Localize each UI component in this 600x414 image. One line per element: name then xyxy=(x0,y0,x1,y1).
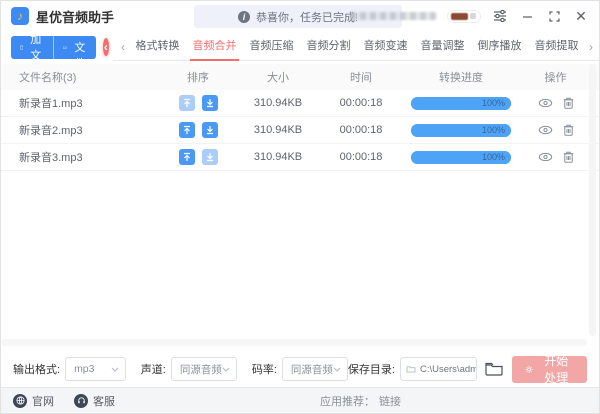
move-down-button[interactable] xyxy=(202,122,218,138)
tab-format-convert[interactable]: 格式转换 xyxy=(129,33,186,61)
app-logo-icon: ♪ xyxy=(11,7,29,25)
globe-icon xyxy=(13,394,27,408)
toolbar: 添加文件 添加文件夹 清空音频 ‹ ‹ 格式转换 音频合并 音频压缩 音频分割 … xyxy=(1,33,599,61)
tabs-scroll-left-button[interactable]: ‹ xyxy=(103,38,109,56)
output-settings-bar: 输出格式: mp3 声道: 同源音频 码率: 同源音频 保存目录: C:\Use… xyxy=(1,351,599,387)
folder-open-icon xyxy=(485,362,503,376)
tab-audio-merge[interactable]: 音频合并 xyxy=(186,33,243,61)
progress-bar: 100% xyxy=(411,151,511,164)
table-row: 新录音1.mp3 310.94KB 00:00:18 100% xyxy=(1,90,599,117)
col-sort: 排序 xyxy=(162,69,234,85)
support-link[interactable]: 客服 xyxy=(74,393,115,409)
output-format-label: 输出格式: xyxy=(13,361,60,377)
move-up-button[interactable] xyxy=(179,95,195,111)
statusbar: 官网 客服 应用推荐： 链接 xyxy=(1,387,599,413)
official-site-link[interactable]: 官网 xyxy=(13,393,54,409)
preview-eye-icon[interactable] xyxy=(538,124,553,136)
tab-volume-adjust[interactable]: 音量调整 xyxy=(414,33,471,61)
add-file-button[interactable]: 添加文件 xyxy=(11,36,53,59)
recommend-link[interactable]: 链接 xyxy=(379,393,401,409)
file-name: 新录音2.mp3 xyxy=(1,122,162,138)
progress-bar: 100% xyxy=(411,124,511,137)
file-size: 310.94KB xyxy=(234,97,322,109)
horizontal-scrollbar[interactable] xyxy=(1,339,587,346)
channel-select[interactable]: 同源音频 xyxy=(171,357,237,381)
progress-bar: 100% xyxy=(411,97,511,110)
close-button[interactable]: ✕ xyxy=(573,8,589,24)
tabs-next-arrow[interactable]: › xyxy=(585,40,597,54)
file-duration: 00:00:18 xyxy=(322,97,400,109)
move-up-button[interactable] xyxy=(179,149,195,165)
save-dir-label: 保存目录: xyxy=(348,361,395,377)
vertical-scrollbar[interactable] xyxy=(589,64,596,336)
save-dir-input[interactable]: C:\Users\admin\Deskto xyxy=(400,357,477,381)
notification-text: 恭喜你，任务已完成! xyxy=(256,9,358,25)
file-size: 310.94KB xyxy=(234,124,322,136)
tab-audio-extract[interactable]: 音频提取 xyxy=(528,33,585,61)
delete-trash-icon[interactable] xyxy=(563,151,574,163)
col-filename: 文件名称(3) xyxy=(1,69,162,85)
chevron-down-icon xyxy=(111,367,119,372)
tab-audio-split[interactable]: 音频分割 xyxy=(300,33,357,61)
progress-label: 100% xyxy=(482,97,505,110)
app-title: 星优音频助手 xyxy=(36,7,114,26)
start-processing-button[interactable]: 开始处理 xyxy=(512,356,587,383)
delete-trash-icon[interactable] xyxy=(563,97,574,109)
file-actions-group: 添加文件 添加文件夹 清空音频 xyxy=(11,36,96,59)
table-row: 新录音3.mp3 310.94KB 00:00:18 100% xyxy=(1,144,599,171)
folder-icon xyxy=(406,365,416,373)
output-format-select[interactable]: mp3 xyxy=(65,357,126,381)
move-down-button[interactable] xyxy=(202,149,218,165)
move-down-button[interactable] xyxy=(202,95,218,111)
bitrate-label: 码率: xyxy=(252,361,277,377)
col-progress: 转换进度 xyxy=(400,69,522,85)
col-ops: 操作 xyxy=(522,69,589,85)
file-duration: 00:00:18 xyxy=(322,151,400,163)
settings-sliders-icon[interactable] xyxy=(492,8,508,24)
channel-label: 声道: xyxy=(141,361,166,377)
bitrate-select[interactable]: 同源音频 xyxy=(282,357,348,381)
preview-eye-icon[interactable] xyxy=(538,97,553,109)
browse-folder-button[interactable] xyxy=(485,362,503,376)
titlebar: ♪ 星优音频助手 i 恭喜你，任务已完成! xyxy=(1,1,599,31)
minimize-button[interactable] xyxy=(519,8,535,24)
chevron-down-icon xyxy=(222,367,230,372)
language-flag-icon[interactable] xyxy=(447,10,481,23)
file-name: 新录音3.mp3 xyxy=(1,149,162,165)
tab-audio-speed[interactable]: 音频变速 xyxy=(357,33,414,61)
headset-icon xyxy=(74,394,88,408)
tabs-prev-arrow[interactable]: ‹ xyxy=(117,40,129,54)
maximize-button[interactable] xyxy=(546,8,562,24)
file-size: 310.94KB xyxy=(234,151,322,163)
col-size: 大小 xyxy=(234,69,322,85)
chevron-down-icon xyxy=(333,367,341,372)
move-up-button[interactable] xyxy=(179,122,195,138)
progress-label: 100% xyxy=(482,124,505,137)
delete-trash-icon[interactable] xyxy=(563,124,574,136)
table-header: 文件名称(3) 排序 大小 时间 转换进度 操作 xyxy=(1,64,599,90)
blurred-text xyxy=(350,12,436,20)
gear-icon xyxy=(525,364,533,375)
preview-eye-icon[interactable] xyxy=(538,151,553,163)
progress-label: 100% xyxy=(482,151,505,164)
file-duration: 00:00:18 xyxy=(322,124,400,136)
tab-reverse-play[interactable]: 倒序播放 xyxy=(471,33,528,61)
file-name: 新录音1.mp3 xyxy=(1,95,162,111)
add-folder-button[interactable]: 添加文件夹 xyxy=(53,36,96,59)
recommend-label: 应用推荐： xyxy=(320,393,375,409)
tab-strip: ‹ 格式转换 音频合并 音频压缩 音频分割 音频变速 音量调整 倒序播放 音频提… xyxy=(113,33,599,61)
col-time: 时间 xyxy=(322,69,400,85)
table-row: 新录音2.mp3 310.94KB 00:00:18 100% xyxy=(1,117,599,144)
info-icon: i xyxy=(238,11,250,23)
tab-audio-compress[interactable]: 音频压缩 xyxy=(243,33,300,61)
app-window: ♪ 星优音频助手 i 恭喜你，任务已完成! xyxy=(0,0,600,414)
